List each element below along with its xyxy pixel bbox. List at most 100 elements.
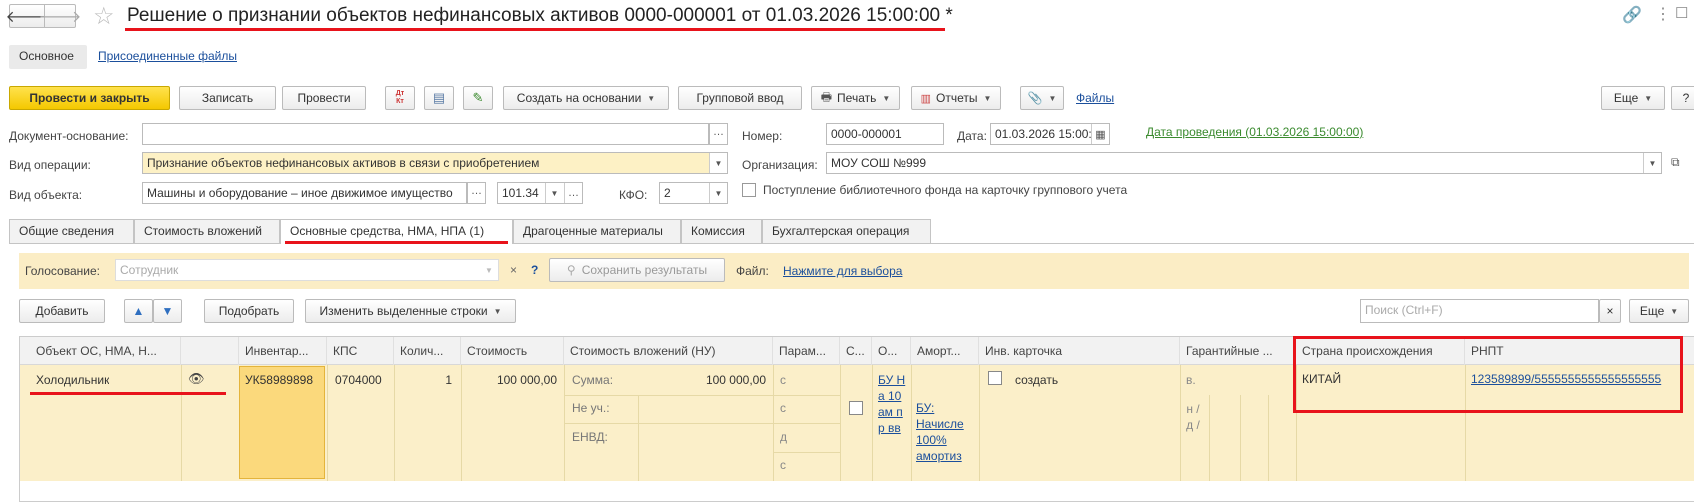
chevron-down-icon: ▼ [882,93,891,103]
more-button[interactable]: Еще ▼ [1601,86,1665,110]
save-button[interactable]: Записать [179,86,276,110]
save-results-button[interactable]: ⚲ Сохранить результаты [549,258,725,282]
print-button[interactable]: 🖶 Печать ▼ [811,86,900,110]
search-icon: ⚲ [566,263,576,277]
col-params[interactable]: Парам... [773,337,840,365]
tab-accounting-operation[interactable]: Бухгалтерская операция [762,219,931,243]
pick-label: Подобрать [218,304,280,318]
table-search-input[interactable]: Поиск (Ctrl+F) [1360,299,1599,323]
create-based-on-button[interactable]: Создать на основании ▼ [503,86,669,110]
sum-value[interactable]: 100 000,00 [638,373,766,387]
row-hline [564,395,840,396]
open-org-icon[interactable]: ⧉ [1671,155,1680,170]
create-based-on-label: Создать на основании [516,91,642,105]
search-clear-button[interactable]: × [1599,299,1621,323]
tab-investment-cost[interactable]: Стоимость вложений [134,219,280,243]
voting-employee-input[interactable]: Сотрудник ▼ [115,259,499,281]
number-input[interactable]: 0000-000001 [826,123,944,145]
org-input[interactable]: МОУ СОШ №999 ▼ [826,152,1662,174]
files-link[interactable]: Файлы [1076,91,1114,105]
kfo-label: КФО: [619,188,648,202]
row-divider [1180,365,1181,481]
s-checkbox[interactable] [849,401,863,415]
maximize-icon[interactable]: ☐ [1675,4,1688,22]
o-link[interactable]: БУ На 10 ам пр вв [878,372,906,436]
tab-general[interactable]: Общие сведения [9,219,134,243]
attach-button[interactable]: 📎 ▼ [1020,86,1064,110]
col-qty[interactable]: Колич... [394,337,461,365]
reports-button[interactable]: ▥ Отчеты ▼ [911,86,1001,110]
pen-icon: ✎ [472,90,484,105]
obj-type-select-button[interactable]: … [467,182,486,204]
post-and-close-button[interactable]: Провести и закрыть [9,86,170,110]
col-kps[interactable]: КПС [327,337,394,365]
edit-pen-button[interactable]: ✎ [463,86,493,110]
tab-precious-materials[interactable]: Драгоценные материалы [513,219,681,243]
row-divider [1268,395,1269,481]
inv-card-checkbox[interactable] [988,371,1002,385]
col-s[interactable]: С... [840,337,872,365]
list-document-icon: ▤ [432,90,446,105]
date-label: Дата: [957,129,987,143]
guarantee-nd: н / д / [1186,402,1200,432]
clear-icon[interactable]: × [510,263,517,277]
kps-cell[interactable]: 0704000 [335,373,382,387]
view-eye-icon[interactable]: 👁 [188,371,205,387]
more-dots-icon[interactable]: … [564,183,582,203]
group-input-button[interactable]: Групповой ввод [678,86,802,110]
calendar-icon[interactable]: ▦ [1091,124,1109,144]
voting-help[interactable]: ? [531,263,538,277]
amortization-link[interactable]: БУ: Начисле 100% амортиз [916,400,974,464]
not-taken-label: Не уч.: [572,401,610,415]
posting-date-link[interactable]: Дата проведения (01.03.2026 15:00:00) [1146,125,1363,139]
date-input[interactable]: 01.03.2026 15:00:00 ▦ [990,123,1110,145]
more-vertical-icon[interactable]: ⋮ [1655,4,1671,24]
dt-kt-button[interactable]: Дт Кт [385,86,415,110]
add-row-button[interactable]: Добавить [19,299,105,323]
table-more-button[interactable]: Еще ▼ [1629,299,1689,323]
move-up-button[interactable]: ▲ [124,299,153,323]
qty-cell[interactable]: 1 [394,373,452,387]
chevron-down-icon: ▼ [709,153,727,173]
file-select-link[interactable]: Нажмите для выбора [783,264,902,278]
title-underline [125,28,945,31]
date-value: 01.03.2026 15:00:00 [995,127,1106,141]
col-amortization[interactable]: Аморт... [911,337,979,365]
chevron-down-icon: ▼ [493,306,502,316]
col-inv-card[interactable]: Инв. карточка [979,337,1180,365]
save-label: Записать [201,91,254,105]
col-o[interactable]: О... [872,337,911,365]
op-type-select[interactable]: Признание объектов нефинансовых активов … [142,152,728,174]
object-cell[interactable]: Холодильник [36,373,109,387]
col-guarantee[interactable]: Гарантийные ... [1180,337,1296,365]
doc-basis-input[interactable] [142,123,709,145]
account-input[interactable]: 101.34 ▼… [497,182,583,204]
post-button[interactable]: Провести [282,86,366,110]
doc-basis-select-button[interactable]: … [709,123,728,145]
obj-type-input[interactable]: Машины и оборудование – иное движимое им… [142,182,467,204]
pick-button[interactable]: Подобрать [204,299,294,323]
view-tab-attached-files[interactable]: Присоединенные файлы [98,49,237,63]
file-label: Файл: [736,264,769,278]
favorite-star-icon[interactable]: ☆ [93,2,115,31]
move-down-button[interactable]: ▼ [153,299,182,323]
cost-cell[interactable]: 100 000,00 [461,373,557,387]
tab-commission[interactable]: Комиссия [681,219,762,243]
library-fund-checkbox[interactable] [742,183,756,197]
kfo-select[interactable]: 2 ▼ [659,182,728,204]
view-tab-main[interactable]: Основное [9,45,87,69]
col-investment-cost[interactable]: Стоимость вложений (НУ) [564,337,773,365]
row-hline [773,452,840,453]
chevron-down-icon: ▼ [647,93,656,103]
save-results-label: Сохранить результаты [581,263,708,277]
report-list-button[interactable]: ▤ [424,86,454,110]
change-rows-button[interactable]: Изменить выделенные строки ▼ [305,299,516,323]
col-inventory[interactable]: Инвентар... [239,337,327,365]
col-cost[interactable]: Стоимость [461,337,564,365]
help-button[interactable]: ? [1671,86,1694,110]
col-object[interactable]: Объект ОС, НМА, Н... [30,337,181,365]
forward-button[interactable]: 🡒 [39,4,81,28]
inv-card-create[interactable]: создать [1015,373,1058,387]
tab-commission-label: Комиссия [691,224,745,238]
link-icon[interactable]: 🔗 [1622,5,1642,25]
